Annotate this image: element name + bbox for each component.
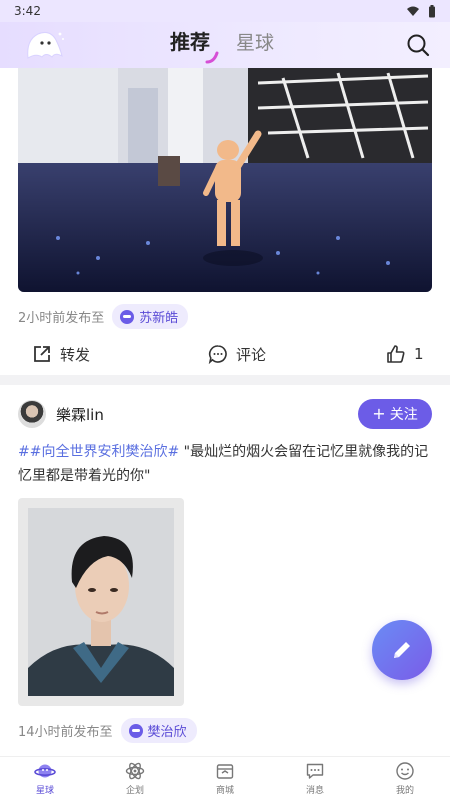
like-button[interactable]: 1 xyxy=(386,344,424,364)
planet-icon xyxy=(128,723,143,738)
stage-performance-image xyxy=(18,68,432,292)
nav-label: 消息 xyxy=(305,786,324,796)
post-time: 2小时前发布至 xyxy=(18,311,105,326)
nav-item-messages[interactable]: 消息 xyxy=(270,757,360,800)
author-name[interactable]: 樂霖lin xyxy=(56,404,104,425)
comment-label: 评论 xyxy=(236,345,267,364)
post-meta: 14小时前发布至 樊治欣 xyxy=(18,718,197,743)
comment-icon xyxy=(208,345,227,364)
follow-label: 关注 xyxy=(389,407,418,423)
post-divider xyxy=(0,375,450,385)
feed-tabs: 推荐 星球 xyxy=(170,26,274,55)
share-icon xyxy=(34,346,50,362)
nav-label: 我的 xyxy=(395,786,414,796)
nav-item-planet[interactable]: 星球 xyxy=(0,757,90,800)
message-icon xyxy=(306,763,324,779)
planet-chip-label: 樊治欣 xyxy=(147,725,187,740)
thumbs-up-icon xyxy=(387,345,405,363)
post-actions: 转发 评论 1 xyxy=(0,336,450,372)
post-photo[interactable] xyxy=(18,498,184,706)
feed: 2小时前发布至 苏新皓 转发 评论 1 樂霖lin + 关注 ##向全世界安利樊… xyxy=(0,68,450,756)
portrait-image xyxy=(28,508,174,696)
planet-chip[interactable]: 樊治欣 xyxy=(120,718,197,743)
bottom-nav: 星球 企划 商城 消息 我的 xyxy=(0,756,450,800)
avatar[interactable] xyxy=(18,400,46,428)
post-hashtag[interactable]: ##向全世界安利樊治欣# xyxy=(18,444,179,460)
like-count: 1 xyxy=(414,345,424,363)
nav-item-mine[interactable]: 我的 xyxy=(360,757,450,800)
active-tab-indicator xyxy=(205,51,219,64)
nav-item-project[interactable]: 企划 xyxy=(90,757,180,800)
shop-icon xyxy=(216,764,234,779)
ghost-logo-icon[interactable] xyxy=(22,26,66,62)
nav-label: 商城 xyxy=(215,786,234,796)
battery-icon xyxy=(429,4,435,17)
tab-planet[interactable]: 星球 xyxy=(236,28,274,55)
planet-chip[interactable]: 苏新皓 xyxy=(112,304,189,329)
status-bar: 3:42 xyxy=(0,0,450,22)
atom-icon xyxy=(125,762,145,780)
post-meta: 2小时前发布至 苏新皓 xyxy=(18,304,189,329)
post-header: 樂霖lin + 关注 xyxy=(18,398,432,430)
plus-icon: + xyxy=(372,404,386,423)
pencil-icon xyxy=(394,642,410,658)
planet-icon xyxy=(120,309,135,324)
share-label: 转发 xyxy=(60,345,91,364)
search-icon[interactable] xyxy=(406,33,430,57)
planet-chip-label: 苏新皓 xyxy=(139,311,179,326)
nav-label: 星球 xyxy=(35,786,54,796)
post-photo[interactable] xyxy=(18,68,432,292)
top-header: 推荐 星球 xyxy=(0,22,450,68)
planet-icon xyxy=(34,764,56,778)
compose-button[interactable] xyxy=(372,620,432,680)
smile-icon xyxy=(396,762,414,780)
comment-button[interactable]: 评论 xyxy=(208,344,266,365)
nav-item-shop[interactable]: 商城 xyxy=(180,757,270,800)
follow-button[interactable]: + 关注 xyxy=(358,399,432,429)
post-time: 14小时前发布至 xyxy=(18,725,113,740)
share-button[interactable]: 转发 xyxy=(32,344,90,365)
nav-label: 企划 xyxy=(125,786,144,796)
post-text: ##向全世界安利樊治欣# "最灿烂的烟火会留在记忆里就像我的记忆里都是带着光的你… xyxy=(18,440,432,488)
wifi-icon xyxy=(407,6,419,16)
status-time: 3:42 xyxy=(14,4,41,18)
